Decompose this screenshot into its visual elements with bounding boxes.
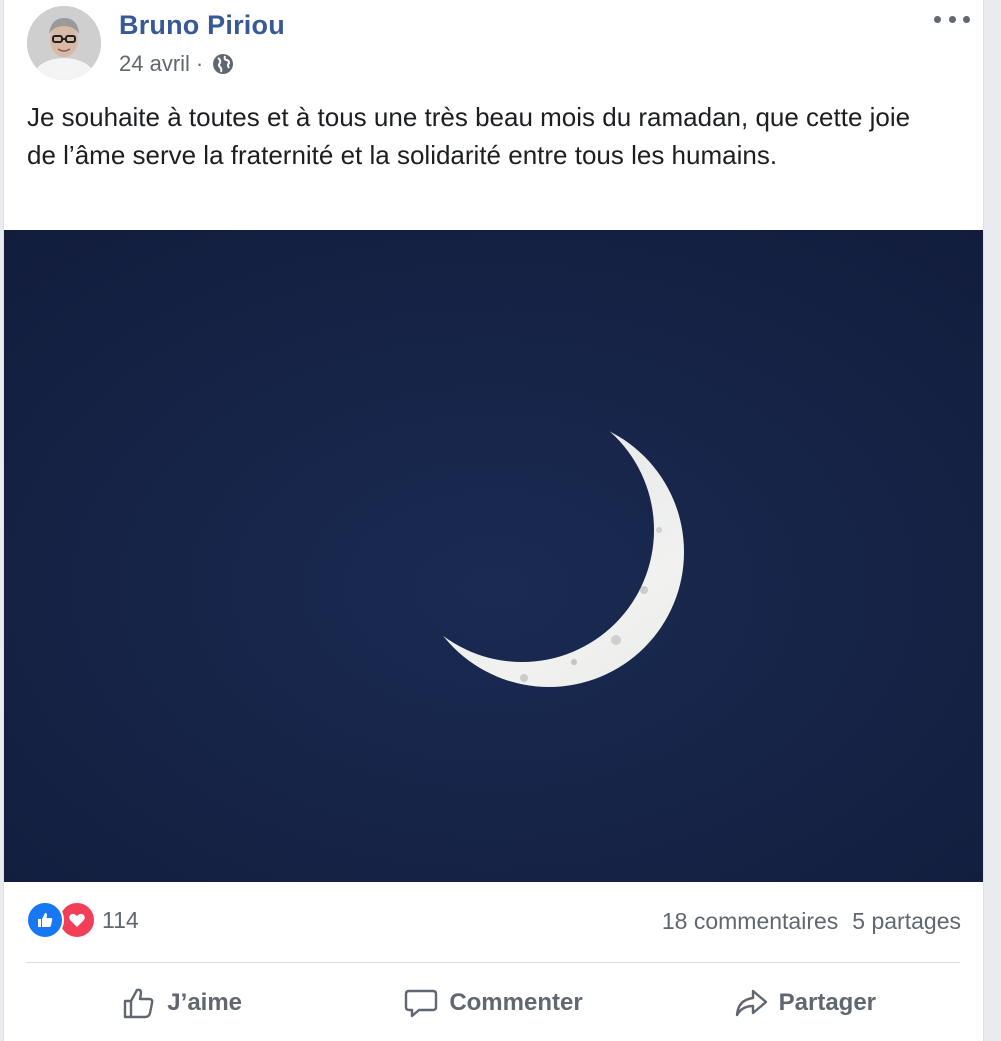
shares-count-link[interactable]: 5 partages [852, 908, 961, 935]
post-text: Je souhaite à toutes et à tous une très … [27, 102, 911, 170]
post-photo[interactable] [4, 230, 983, 882]
avatar[interactable] [27, 6, 101, 80]
post-meta: 24 avril · [119, 51, 235, 77]
like-button[interactable]: J’aime [26, 975, 337, 1031]
meta-separator: · [195, 51, 204, 76]
like-reaction-icon [26, 901, 64, 939]
share-button[interactable]: Partager [649, 975, 960, 1031]
comment-button[interactable]: Commenter [337, 975, 648, 1031]
reaction-count: 114 [102, 906, 139, 933]
more-horizontal-icon[interactable] [934, 10, 970, 28]
comment-button-label: Commenter [449, 989, 583, 1016]
reactions-summary[interactable]: 114 [26, 901, 139, 939]
crescent-moon-image [4, 230, 983, 882]
post-date[interactable]: 24 avril [119, 51, 190, 77]
globe-icon [211, 52, 235, 76]
share-button-label: Partager [778, 989, 877, 1016]
comment-bubble-icon [405, 989, 438, 1018]
actions-divider [26, 962, 960, 963]
like-button-label: J’aime [167, 989, 243, 1016]
post-stats: 114 18 commentaires 5 partages [4, 896, 983, 948]
post-header: Bruno Piriou 24 avril · [4, 0, 983, 90]
share-arrow-icon [735, 989, 767, 1017]
thumbs-up-icon [124, 988, 154, 1019]
post-actions: J’aime Commenter Partager [26, 975, 960, 1031]
comments-count-link[interactable]: 18 commentaires [662, 908, 838, 935]
avatar-photo [27, 6, 101, 80]
engagement-counts: 18 commentaires 5 partages [662, 908, 961, 935]
post-card: Bruno Piriou 24 avril · Je souhaite à to… [3, 0, 984, 1041]
author-name[interactable]: Bruno Piriou [119, 10, 285, 41]
